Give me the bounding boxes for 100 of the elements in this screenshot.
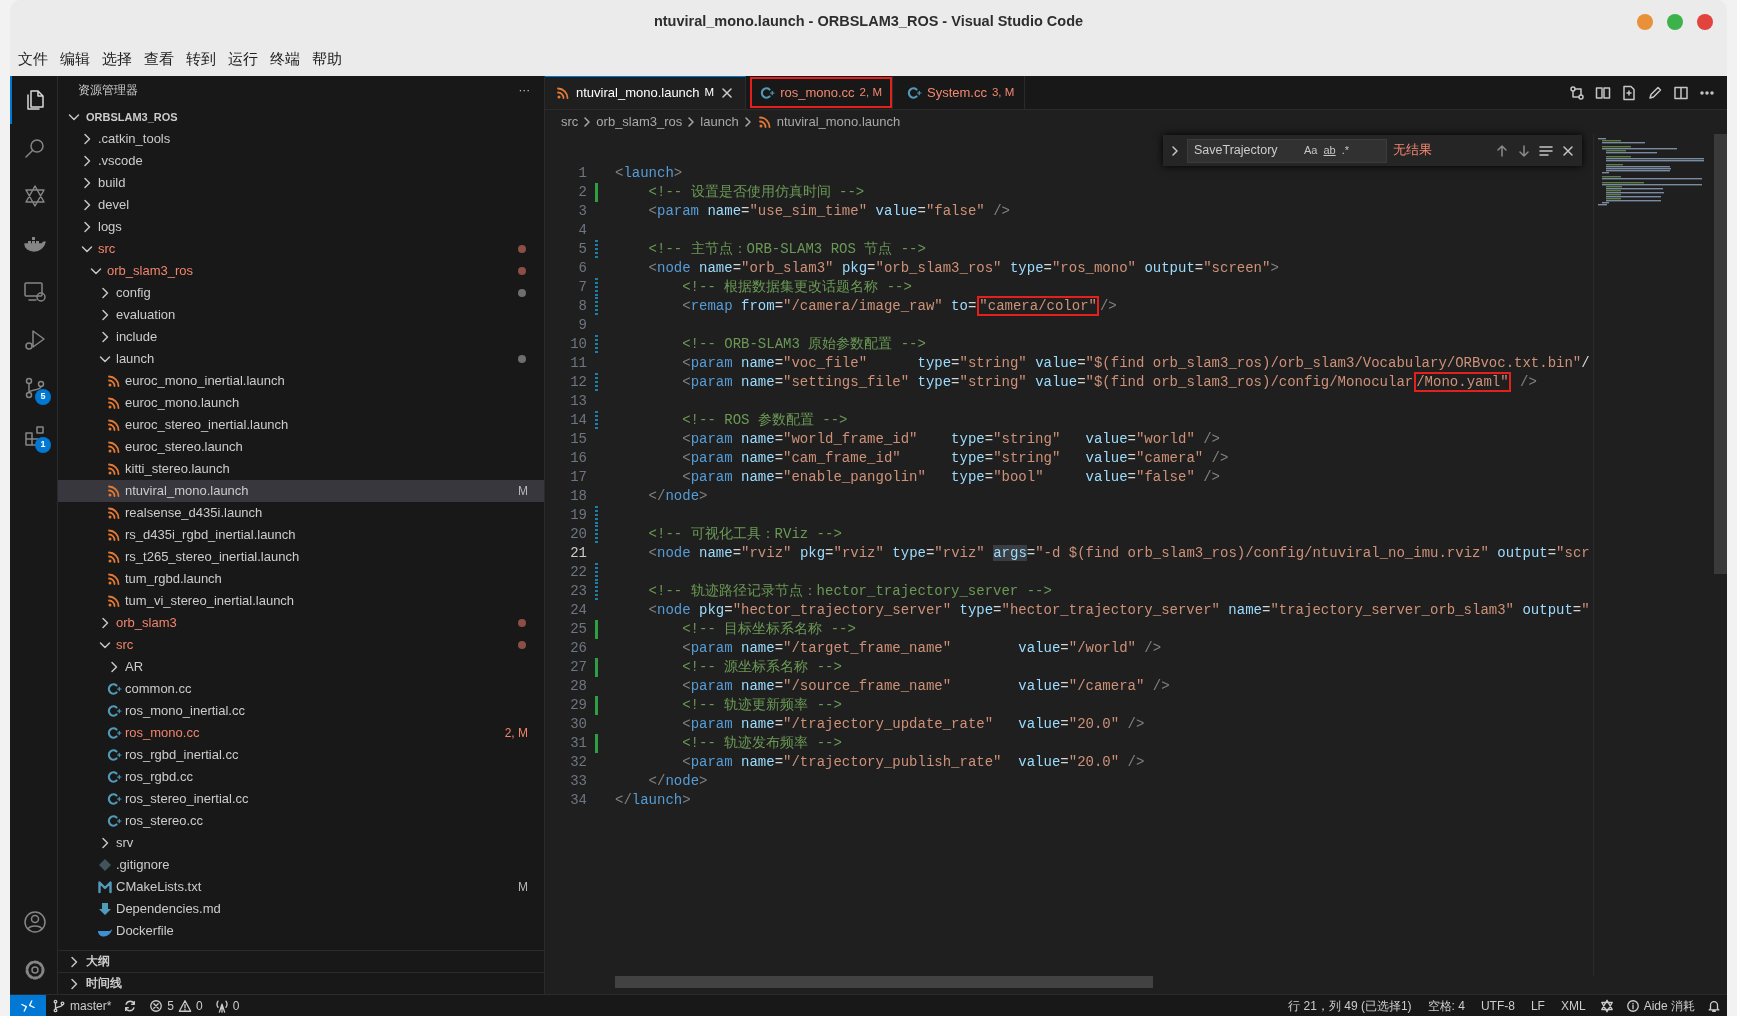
star-icon[interactable] [1599, 998, 1614, 1013]
option-toggle[interactable]: Aa [1301, 142, 1321, 159]
status-item[interactable]: LF [1522, 995, 1553, 1016]
status-item[interactable]: 行 21，列 49 (已选择1) [1280, 995, 1420, 1016]
close-button[interactable] [1697, 14, 1713, 30]
tree-item[interactable]: ntuviral_mono.launch M [58, 480, 544, 502]
option-toggle[interactable]: .* [1338, 142, 1353, 159]
tree-item[interactable]: ros_mono_inertial.cc [58, 700, 544, 722]
change-marker[interactable] [595, 506, 598, 525]
change-marker[interactable] [595, 373, 598, 392]
tree-item[interactable]: euroc_stereo.launch [58, 436, 544, 458]
tree-item[interactable]: Dockerfile [58, 920, 544, 942]
change-marker[interactable] [595, 658, 598, 677]
tree-item[interactable]: euroc_mono.launch [58, 392, 544, 414]
tree-item[interactable]: ros_mono.cc 2, M [58, 722, 544, 744]
change-marker[interactable] [595, 696, 598, 715]
tree-item[interactable]: rs_d435i_rgbd_inertial.launch [58, 524, 544, 546]
tree-item[interactable]: kitti_stereo.launch [58, 458, 544, 480]
tree-item[interactable]: .catkin_tools [58, 128, 544, 150]
monitor-icon[interactable] [22, 280, 47, 304]
tree-item[interactable]: euroc_mono_inertial.launch [58, 370, 544, 392]
menu-item[interactable]: 编辑 [54, 49, 96, 71]
tree-item[interactable]: orb_slam3 [58, 612, 544, 634]
status-item[interactable]: XML [1552, 995, 1594, 1016]
change-marker[interactable] [595, 335, 598, 354]
change-marker[interactable] [595, 620, 598, 639]
tree-item[interactable]: rs_t265_stereo_inertial.launch [58, 546, 544, 568]
change-marker[interactable] [595, 240, 598, 259]
editor-tab[interactable]: System.cc 3, M [895, 76, 1026, 109]
menu-item[interactable]: 选择 [96, 49, 138, 71]
extensions-icon[interactable] [22, 424, 47, 448]
more-button[interactable]: ··· [518, 82, 530, 100]
menu-item[interactable]: 帮助 [306, 49, 348, 71]
bell-icon[interactable] [1707, 998, 1721, 1013]
problems-status[interactable]: 5 0 [143, 995, 209, 1016]
search-icon[interactable] [22, 136, 47, 160]
tree-item[interactable]: ros_rgbd.cc [58, 766, 544, 788]
tree-item[interactable]: orb_slam3_ros [58, 260, 544, 282]
editor-tab[interactable]: ros_mono.cc 2, M [749, 76, 893, 109]
remote-button[interactable] [10, 995, 46, 1016]
breadcrumb-item[interactable]: ntuviral_mono.launch [756, 112, 901, 132]
change-marker[interactable] [595, 297, 598, 316]
tree-item[interactable]: logs [58, 216, 544, 238]
change-marker[interactable] [595, 525, 598, 544]
tree-item[interactable]: .gitignore [58, 854, 544, 876]
change-marker[interactable] [595, 563, 598, 582]
menu-item[interactable]: 查看 [138, 49, 180, 71]
tree-item[interactable]: tum_rgbd.launch [58, 568, 544, 590]
book-icon[interactable] [1595, 84, 1611, 101]
tree-item[interactable]: ros_stereo.cc [58, 810, 544, 832]
option-toggle[interactable]: ab [1320, 142, 1339, 159]
tree-item[interactable]: src [58, 634, 544, 656]
menu-item[interactable]: 文件 [12, 49, 54, 71]
star-icon[interactable] [22, 184, 47, 208]
split-editor-icon[interactable] [1673, 84, 1689, 101]
find-field[interactable]: SaveTrajectory Aa ab .* [1187, 138, 1387, 163]
menu-item[interactable]: 转到 [180, 49, 222, 71]
tree-item[interactable]: devel [58, 194, 544, 216]
ports-status[interactable]: 0 [208, 995, 246, 1016]
breadcrumb-item[interactable]: orb_slam3_ros [596, 112, 683, 132]
tree-item[interactable]: include [58, 326, 544, 348]
change-marker[interactable] [595, 734, 598, 753]
scrollbar-thumb[interactable] [1714, 134, 1727, 574]
tree-item[interactable]: build [58, 172, 544, 194]
tree-item[interactable]: config [58, 282, 544, 304]
change-marker[interactable] [595, 411, 598, 430]
branch-status[interactable]: master* [46, 995, 118, 1016]
status-item[interactable]: UTF-8 [1472, 995, 1523, 1016]
tree-item[interactable]: ros_rgbd_inertial.cc [58, 744, 544, 766]
tree-item[interactable]: Dependencies.md [58, 898, 544, 920]
section-header[interactable]: 大纲 [58, 950, 544, 972]
tree-item[interactable]: ros_stereo_inertial.cc [58, 788, 544, 810]
tree-item[interactable]: evaluation [58, 304, 544, 326]
menu-item[interactable]: 终端 [264, 49, 306, 71]
tree-item[interactable]: AR [58, 656, 544, 678]
info-status[interactable]: Aide 消耗 [1619, 995, 1701, 1016]
pencil-icon[interactable] [1647, 84, 1663, 101]
tree-item[interactable]: realsense_d435i.launch [58, 502, 544, 524]
compare-changes-icon[interactable] [1569, 84, 1585, 101]
status-item[interactable]: 空格: 4 [1419, 995, 1473, 1016]
breadcrumb-item[interactable]: launch [700, 112, 739, 132]
editor-tab[interactable]: ntuviral_mono.launch M [545, 76, 747, 109]
menu-item[interactable]: 运行 [222, 49, 264, 71]
change-marker[interactable] [595, 183, 598, 202]
tree-item[interactable]: launch [58, 348, 544, 370]
tree-item[interactable]: srv [58, 832, 544, 854]
tree-item[interactable]: common.cc [58, 678, 544, 700]
tree-item[interactable]: CMakeLists.txt M [58, 876, 544, 898]
arrow-up-icon[interactable] [1494, 142, 1510, 159]
change-marker[interactable] [595, 278, 598, 297]
tree-item[interactable]: .vscode [58, 150, 544, 172]
account-icon[interactable] [22, 910, 47, 934]
tree-item[interactable]: euroc_stereo_inertial.launch [58, 414, 544, 436]
tree-item[interactable]: tum_vi_stereo_inertial.launch [58, 590, 544, 612]
scrollbar-thumb[interactable] [615, 976, 1153, 988]
folder-header[interactable]: ORBSLAM3_ROS [58, 106, 544, 128]
file-diff-icon[interactable] [1621, 84, 1637, 101]
run-debug-icon[interactable] [22, 328, 47, 352]
change-marker[interactable] [595, 582, 598, 601]
arrow-down-icon[interactable] [1516, 142, 1532, 159]
